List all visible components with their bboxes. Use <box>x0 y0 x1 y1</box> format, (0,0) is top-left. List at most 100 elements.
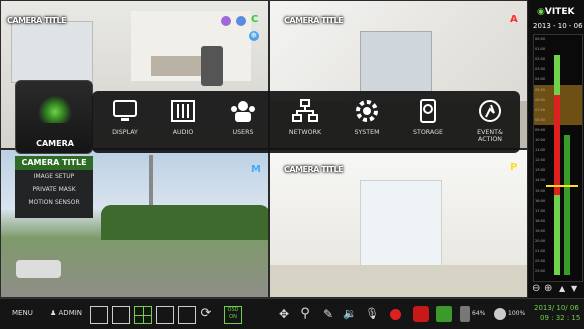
hdd-status-icon <box>460 306 470 322</box>
hdd-usage: 64% <box>472 310 486 317</box>
menu-item-display[interactable]: DISPLAY <box>94 91 156 153</box>
edit-icon[interactable]: ✎ <box>320 306 336 322</box>
timeline-hour-label: 11:00 <box>535 148 546 153</box>
search-icon[interactable]: ⚲ <box>297 306 313 322</box>
timeline-track-event <box>554 95 560 195</box>
timeline-hour-label: 04:00 <box>535 77 546 82</box>
submenu-motion-sensor[interactable]: MOTION SENSOR <box>15 196 93 209</box>
equalizer-icon <box>171 100 195 122</box>
sequence-icon[interactable]: ⟳ <box>198 306 214 322</box>
camera-title-2: CAMERA TITLE <box>284 16 344 25</box>
menu-item-system[interactable]: SYSTEM <box>336 91 398 153</box>
clock-time: 09 : 32 : 15 <box>540 314 581 322</box>
timeline-track-2 <box>564 135 570 275</box>
menu-item-label-line2: ACTION <box>478 136 502 143</box>
timeline-marker <box>546 185 578 187</box>
camera-title-1: CAMERA TITLE <box>7 16 67 25</box>
timeline-hour-label: 07:00 <box>535 107 546 112</box>
speaker-icon <box>236 16 246 26</box>
event-icon <box>479 100 501 122</box>
network-status-icon <box>436 306 452 322</box>
cam-status-c: C <box>251 14 259 25</box>
cpu-usage: 100% <box>508 310 526 317</box>
timeline-hour-label: 17:00 <box>535 208 546 213</box>
main-menu-bar: DISPLAY AUDIO USERS NETWORK SYSTEM STORA… <box>92 91 520 153</box>
timeline-hour-label: 06:00 <box>535 97 546 102</box>
user-name: ADMIN <box>58 309 83 317</box>
menu-item-network[interactable]: NETWORK <box>274 91 336 153</box>
zoom-out-icon[interactable]: ⊖ <box>532 283 540 294</box>
timeline-hour-label: 03:00 <box>535 67 546 72</box>
menu-item-audio[interactable]: AUDIO <box>152 91 214 153</box>
car-shape <box>16 260 61 278</box>
menu-item-storage[interactable]: STORAGE <box>397 91 459 153</box>
menu-item-camera[interactable]: CAMERA <box>15 80 93 154</box>
timeline-hour-label: 20:00 <box>535 239 546 243</box>
scroll-down-icon[interactable]: ▼ <box>571 284 577 293</box>
layout-16-icon[interactable] <box>178 306 196 324</box>
timeline-hour-label: 19:00 <box>535 228 546 233</box>
menu-item-label: DISPLAY <box>112 129 138 136</box>
brand-logo: ◉VITEK <box>537 7 574 17</box>
fullscreen-icon[interactable] <box>90 306 108 324</box>
layout-4-icon[interactable] <box>134 306 152 324</box>
office-window-shape <box>11 21 93 83</box>
monitor-icon <box>113 100 137 121</box>
menu-button[interactable]: MENU <box>12 309 33 317</box>
osd-label: OSD <box>227 307 239 313</box>
alarm-icon[interactable] <box>413 306 429 322</box>
menu-item-label: NETWORK <box>288 129 322 136</box>
menu-item-label: STORAGE <box>413 129 443 136</box>
camera-letter-2: A <box>510 14 518 25</box>
timeline-hour-label: 09:00 <box>535 127 546 132</box>
timeline-date: 2013 - 10 - 06 <box>533 22 583 30</box>
timeline-hour-label: 22:00 <box>535 259 546 264</box>
bottom-toolbar: MENU ♟ ADMIN ⟳ OSD ON ✥ ⚲ ✎ 🔉 🎙 64% 100%… <box>0 298 584 329</box>
timeline-hour-label: 02:00 <box>535 57 546 62</box>
brand-name: VITEK <box>544 7 575 17</box>
network-icon <box>292 99 318 122</box>
timeline-hour-label: 14:00 <box>535 178 546 183</box>
timeline-hour-label: 15:00 <box>535 188 546 193</box>
users-icon <box>231 101 255 122</box>
audio-icon[interactable]: 🔉 <box>342 306 358 322</box>
layout-9-icon[interactable] <box>156 306 174 324</box>
camera-letter-3: M <box>251 164 261 175</box>
timeline-hour-label: 08:00 <box>535 117 546 122</box>
office-chair-shape <box>201 46 223 86</box>
timeline-hour-label: 05:00 <box>535 87 546 92</box>
submenu-camera-title[interactable]: CAMERA TITLE <box>15 156 93 170</box>
menu-item-label: EVENT& <box>477 129 503 136</box>
record-icon[interactable] <box>390 309 401 320</box>
menu-item-label: USERS <box>232 129 254 136</box>
timeline-hour-label: 01:00 <box>535 47 546 52</box>
dome-camera-icon <box>38 95 72 123</box>
clock-date: 2013/ 10/ 06 <box>534 304 579 312</box>
menu-item-label: AUDIO <box>172 129 194 136</box>
timeline-hour-label: 23:00 <box>535 269 546 274</box>
camera-title-4: CAMERA TITLE <box>284 165 344 174</box>
layout-1-icon[interactable] <box>112 306 130 324</box>
timeline-hour-label: 13:00 <box>535 168 546 173</box>
menu-item-users[interactable]: USERS <box>212 91 274 153</box>
eye-logo-icon: ◉ <box>537 7 545 17</box>
mic-icon <box>221 16 231 26</box>
timeline-panel: ◉VITEK 2013 - 10 - 06 00:00 01:00 02:00 03:… <box>529 0 584 298</box>
room-window-shape <box>360 31 432 93</box>
mic-button-icon[interactable]: 🎙 <box>364 306 380 322</box>
osd-toggle-button[interactable]: OSD ON <box>224 306 242 324</box>
camera-view-4[interactable]: CAMERA TITLE P <box>269 149 528 298</box>
user-icon: ♟ <box>50 309 57 317</box>
curtain-shape <box>360 180 442 267</box>
camera-letter-4: P <box>510 162 518 173</box>
timeline-bars[interactable]: 00:00 01:00 02:00 03:00 04:00 05:00 06:00 07:00… <box>533 34 583 282</box>
zoom-in-icon[interactable]: ⊕ <box>544 283 552 294</box>
timeline-hour-label: 10:00 <box>535 138 546 142</box>
submenu-image-setup[interactable]: IMAGE SETUP <box>15 170 93 183</box>
submenu-private-mask[interactable]: PRIVATE MASK <box>15 183 93 196</box>
timeline-hour-label: 00:00 <box>535 37 546 41</box>
ptz-icon[interactable]: ✥ <box>276 306 292 322</box>
menu-item-camera-label: CAMERA <box>36 139 74 148</box>
menu-item-event-action[interactable]: EVENT& ACTION <box>459 91 521 153</box>
scroll-up-icon[interactable]: ▲ <box>559 284 565 293</box>
